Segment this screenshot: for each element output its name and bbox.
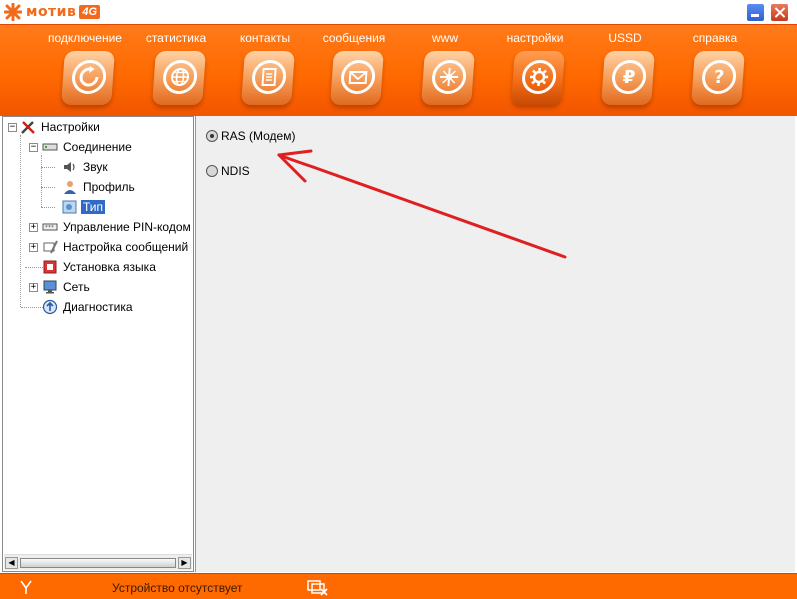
device-status-text: Устройство отсутствует [112,581,243,595]
expand-toggle[interactable]: + [29,223,38,232]
nav-messages[interactable]: сообщения [309,25,399,117]
help-icon: ? [700,60,738,94]
tree-item-connection[interactable]: Соединение [42,138,134,156]
nav-label: USSD [608,31,642,45]
no-device-icon [306,578,328,596]
expand-toggle[interactable]: + [29,283,38,292]
nav-label: настройки [506,31,564,45]
ruble-icon: ₽ [610,60,648,94]
contacts-icon [250,60,288,94]
status-bar: Устройство отсутствует [0,573,797,599]
collapse-toggle[interactable]: − [29,143,38,152]
tree-item-settings[interactable]: Настройки [20,118,102,136]
nav-connection[interactable]: подключение [40,25,130,117]
collapse-toggle[interactable]: − [8,123,17,132]
tree-item-sms-settings[interactable]: Настройка сообщений [42,238,190,256]
nav-www[interactable]: www [400,25,490,117]
tools-icon [20,119,36,135]
radio-label: RAS (Модем) [221,129,296,143]
language-icon [42,259,58,275]
envelope-icon [339,60,377,94]
globe-icon [161,60,199,94]
nav-label: статистика [145,31,207,45]
nav-label: справка [692,31,738,45]
scroll-right-icon[interactable]: ▶ [178,557,191,569]
tree-item-pin[interactable]: *** Управление PIN-кодом [42,218,193,236]
nav-label: сообщения [322,31,386,45]
tree-item-network[interactable]: Сеть [42,278,92,296]
network-type-icon [62,199,78,215]
nav-label: www [432,31,458,45]
radio-ras-modem[interactable]: RAS (Модем) [206,129,295,143]
nav-settings[interactable]: настройки [490,25,580,117]
signal-antenna-icon [20,579,32,598]
nav-statistics[interactable]: статистика [131,25,221,117]
tree-label-selected: Тип [81,200,106,214]
compass-icon [430,60,468,94]
svg-text:***: *** [45,225,54,231]
app-logo: мотив 4G [3,2,101,22]
tree-item-language[interactable]: Установка языка [42,258,158,276]
modem-icon [42,139,58,155]
tree-label: Настройка сообщений [63,240,189,254]
user-profile-icon [62,179,78,195]
radio-button[interactable] [206,165,218,177]
settings-tree: − Настройки − Соединение Звук Профиль Ти… [2,116,194,572]
radio-button[interactable] [206,130,218,142]
nav-help[interactable]: справка ? [670,25,760,117]
title-bar: мотив 4G [0,0,797,24]
expand-toggle[interactable]: + [29,243,38,252]
tree-item-type[interactable]: Тип [62,198,106,216]
tree-label: Управление PIN-кодом [63,220,191,234]
speaker-icon [62,159,78,175]
pin-code-icon: *** [42,219,58,235]
minimize-icon[interactable] [746,3,765,22]
tree-label: Сеть [63,280,90,294]
message-settings-icon [42,239,58,255]
scroll-left-icon[interactable]: ◀ [5,557,18,569]
tree-label: Звук [83,160,108,174]
tree-item-profile[interactable]: Профиль [62,178,137,196]
brand-name: мотив [26,4,77,20]
radio-label: NDIS [221,164,250,178]
brand-badge: 4G [79,5,101,19]
nav-contacts[interactable]: контакты [220,25,310,117]
nav-ussd[interactable]: USSD ₽ [580,25,670,117]
tree-item-diagnostics[interactable]: Диагностика [42,298,135,316]
radio-ndis[interactable]: NDIS [206,164,250,178]
tree-label: Диагностика [63,300,133,314]
tree-horizontal-scrollbar[interactable]: ◀ ▶ [4,554,192,570]
refresh-icon [70,60,108,94]
annotation-arrow-icon [277,149,567,259]
monitor-icon [42,279,58,295]
tree-label: Настройки [41,120,100,134]
nav-label: подключение [48,31,122,45]
tree-item-sound[interactable]: Звук [62,158,110,176]
tree-label: Соединение [63,140,132,154]
scroll-thumb[interactable] [20,558,176,568]
nav-label: контакты [239,31,291,45]
gear-icon [520,60,558,94]
logo-star-icon [3,2,23,22]
tree-label: Установка языка [63,260,156,274]
diagnostics-icon [42,299,58,315]
close-icon[interactable] [770,3,789,22]
tree-label: Профиль [83,180,135,194]
main-nav: подключение статистика контакты сообщени… [0,24,797,116]
